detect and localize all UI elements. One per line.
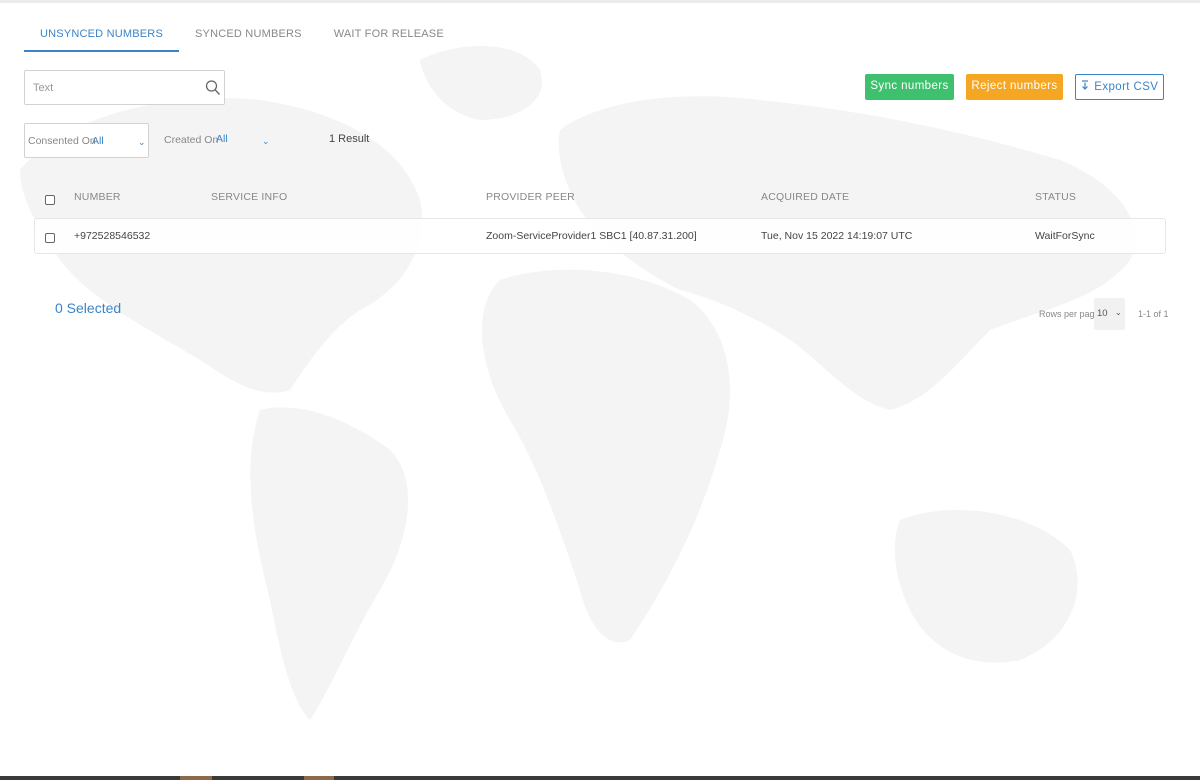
cell-number: +972528546532 [74, 230, 151, 242]
search-input[interactable] [25, 71, 200, 104]
page: UNSYNCED NUMBERS SYNCED NUMBERS WAIT FOR… [0, 0, 1200, 780]
chevron-down-icon: ⌄ [262, 136, 270, 146]
chevron-down-icon: ⌄ [138, 137, 146, 147]
top-border [0, 0, 1200, 3]
world-map-icon [20, 46, 1136, 720]
column-header-number[interactable]: NUMBER [74, 191, 121, 203]
cell-provider-peer: Zoom-ServiceProvider1 SBC1 [40.87.31.200… [486, 230, 697, 242]
tab-unsynced-numbers[interactable]: UNSYNCED NUMBERS [24, 16, 179, 52]
cell-status: WaitForSync [1035, 230, 1095, 242]
select-all-checkbox[interactable] [45, 195, 55, 205]
tab-bar: UNSYNCED NUMBERS SYNCED NUMBERS WAIT FOR… [24, 16, 460, 52]
column-header-acquired-date[interactable]: ACQUIRED DATE [761, 191, 849, 203]
pagination-range: 1-1 of 1 [1138, 309, 1169, 319]
rows-per-page-value: 10 [1097, 308, 1108, 319]
consented-on-label: Consented On [28, 135, 96, 147]
column-header-service-info[interactable]: SERVICE INFO [211, 191, 287, 203]
created-on-value: All [216, 133, 228, 145]
reject-numbers-button[interactable]: Reject numbers [966, 74, 1063, 100]
chevron-down-icon: ⌄ [1115, 308, 1122, 317]
column-header-provider-peer[interactable]: PROVIDER PEER [486, 191, 575, 203]
rows-per-page-label: Rows per page: [1039, 309, 1103, 319]
rows-per-page-select[interactable]: 10 ⌄ [1094, 298, 1125, 330]
search-icon[interactable] [205, 79, 221, 97]
cell-acquired-date: Tue, Nov 15 2022 14:19:07 UTC [761, 230, 913, 242]
row-checkbox[interactable] [45, 233, 55, 243]
download-icon [1081, 80, 1088, 90]
consented-on-value: All [92, 135, 104, 147]
tab-wait-for-release[interactable]: WAIT FOR RELEASE [318, 16, 460, 52]
search-box [24, 70, 225, 105]
export-csv-button[interactable]: Export CSV [1075, 74, 1164, 100]
created-on-filter[interactable]: Created On All ⌄ [160, 123, 280, 158]
sync-numbers-button[interactable]: Sync numbers [865, 74, 954, 100]
column-header-status[interactable]: STATUS [1035, 191, 1076, 203]
bottom-bar-segment [304, 776, 334, 780]
bottom-bar-segment [180, 776, 212, 780]
selected-count: 0 Selected [55, 300, 122, 316]
consented-on-filter[interactable]: Consented On All ⌄ [24, 123, 149, 158]
result-count: 1 Result [329, 133, 370, 145]
table-row[interactable]: +972528546532 Zoom-ServiceProvider1 SBC1… [34, 218, 1166, 254]
tab-synced-numbers[interactable]: SYNCED NUMBERS [179, 16, 318, 52]
created-on-label: Created On [164, 134, 219, 146]
export-csv-label: Export CSV [1094, 81, 1159, 93]
bottom-bar [0, 776, 1200, 780]
